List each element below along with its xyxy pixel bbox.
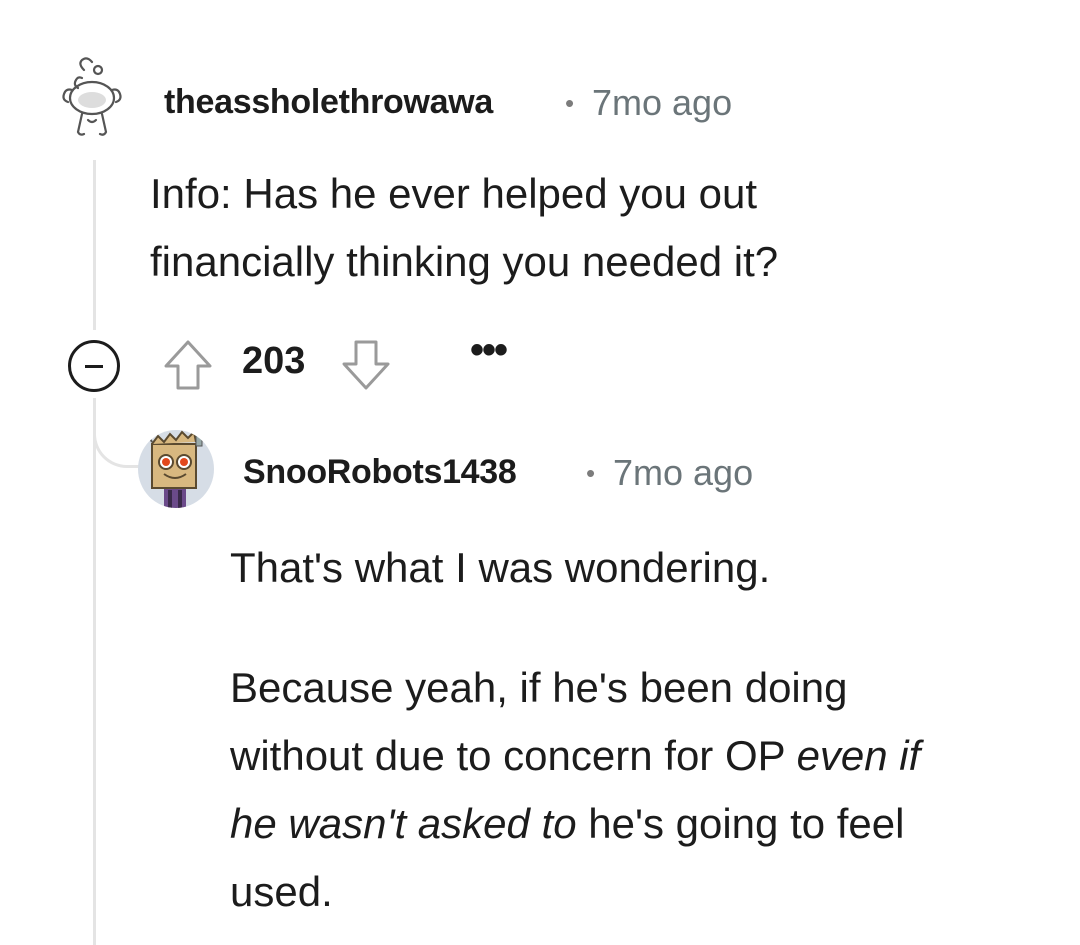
comment-body-paragraph: That's what I was wondering. <box>230 534 770 602</box>
thread-line <box>93 160 96 330</box>
username[interactable]: SnooRobots1438 <box>243 453 517 492</box>
upvote-arrow-icon[interactable] <box>162 338 214 392</box>
collapse-minus-icon[interactable] <box>68 340 120 392</box>
snoo-default-icon[interactable] <box>58 56 130 140</box>
comment-body-text: without due to concern for OP <box>230 732 797 779</box>
timestamp[interactable]: 7mo ago <box>613 452 753 494</box>
comment-body-line: Because yeah, if he's been doing <box>230 664 848 711</box>
snoo-robot-avatar-icon[interactable] <box>138 430 214 508</box>
vote-count: 203 <box>242 340 306 382</box>
downvote-arrow-icon[interactable] <box>340 338 392 392</box>
username[interactable]: theassholethrowawa <box>164 83 493 122</box>
comment-body-line: Info: Has he ever helped you out <box>150 170 758 217</box>
meta-separator: • <box>586 458 596 488</box>
timestamp[interactable]: 7mo ago <box>592 82 732 124</box>
more-options-button[interactable]: ••• <box>470 328 508 373</box>
comment-body-line: used. <box>230 868 333 915</box>
comment-body-emphasis: he wasn't asked to <box>230 800 577 847</box>
comment-body-text: he's going to feel <box>576 800 905 847</box>
comment-body-emphasis: even if <box>796 732 921 779</box>
comment-body-paragraph: Because yeah, if he's been doing without… <box>230 654 920 926</box>
comment-body-line: financially thinking you needed it? <box>150 238 779 285</box>
comment-body-line: That's what I was wondering. <box>230 544 771 591</box>
reply-thread-connector <box>93 398 143 468</box>
meta-separator: • <box>565 88 575 118</box>
thread-line <box>93 398 96 945</box>
comment-body: Info: Has he ever helped you out financi… <box>150 160 778 296</box>
